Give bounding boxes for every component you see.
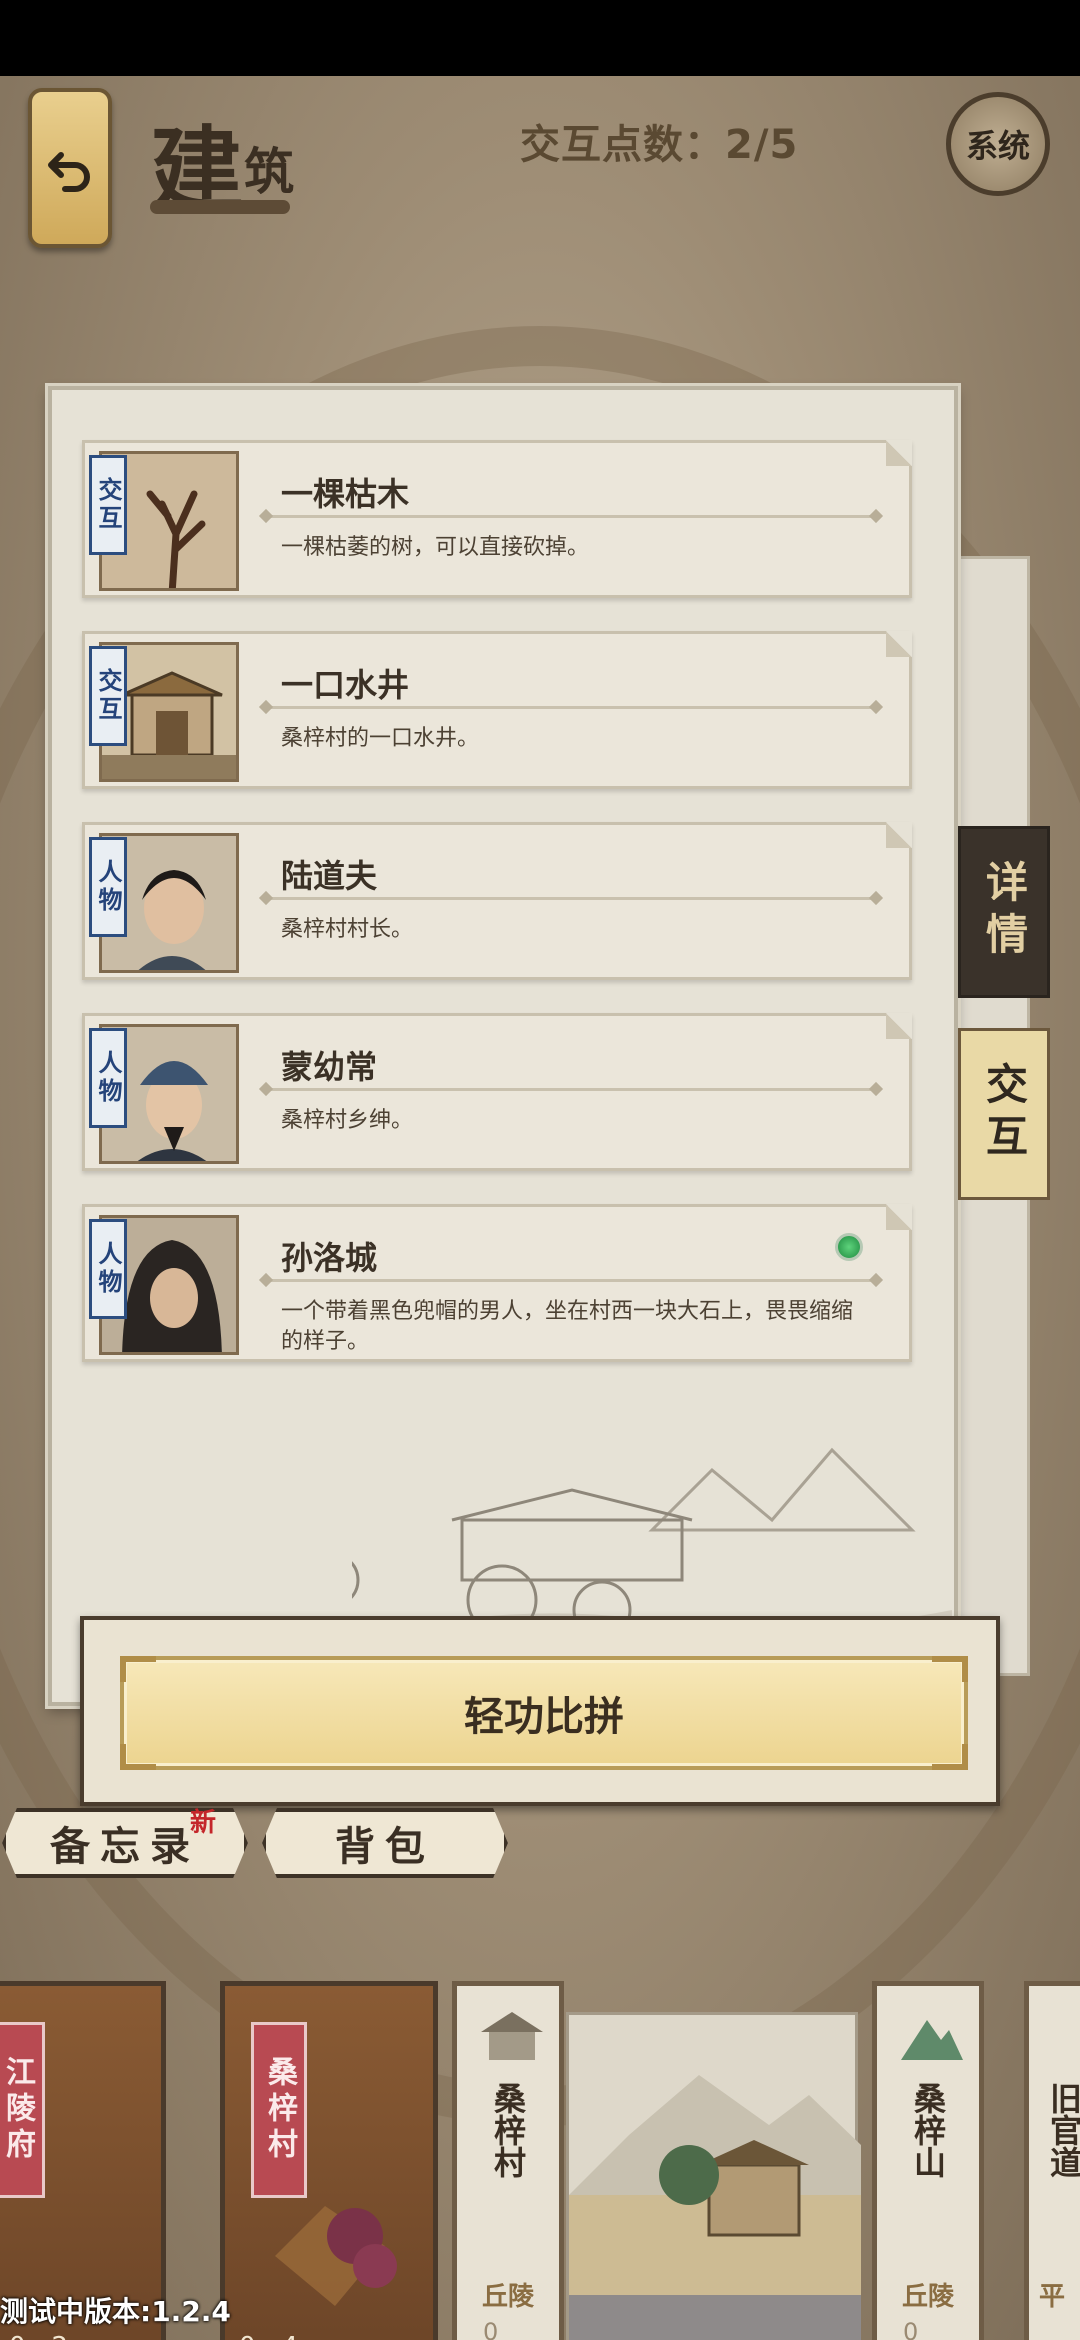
item-tag: 交互 [89, 455, 127, 555]
item-description: 桑梓村乡绅。 [281, 1108, 414, 1133]
location-banner: 江陵府 [0, 2022, 45, 2198]
location-stats: 0 3 [483, 2316, 498, 2340]
divider [265, 515, 877, 518]
item-description: 桑梓村村长。 [281, 917, 414, 942]
mulberry-icon [275, 2206, 397, 2306]
action-label: 轻功比拼 [464, 1694, 624, 1740]
list-item[interactable]: 交互 一口水井 桑梓村的一口水井。 [82, 631, 912, 789]
list-item[interactable]: 人物 陆道夫 桑梓村村长。 [82, 822, 912, 980]
corner-decoration [932, 1656, 968, 1682]
item-tag: 人物 [89, 1028, 127, 1128]
divider [265, 1279, 877, 1282]
item-name: 陆道夫 [281, 857, 378, 895]
house-icon [481, 2012, 543, 2060]
back-button[interactable] [28, 88, 112, 248]
game-screen: 建 筑 交互点数：2/5 系统 交互 一棵枯木 一棵枯萎的树，可以直接砍掉。 交… [0, 76, 1080, 2340]
item-description: 一棵枯萎的树，可以直接砍掉。 [281, 535, 590, 560]
item-tag: 人物 [89, 1219, 127, 1319]
card-stats: 0 2 [9, 2332, 68, 2340]
version-label: 测试中版本:1.2.4 [0, 2295, 231, 2328]
building-panel: 交互 一棵枯木 一棵枯萎的树，可以直接砍掉。 交互 一口水井 桑梓村的一口水井。… [48, 386, 958, 1706]
title-underline [150, 200, 290, 214]
page-title-sub: 筑 [244, 142, 295, 201]
bag-button[interactable]: 背包 [262, 1808, 508, 1878]
corner-decoration [932, 1744, 968, 1770]
page-title: 建 筑 [150, 96, 294, 216]
entity-list: 交互 一棵枯木 一棵枯萎的树，可以直接砍掉。 交互 一口水井 桑梓村的一口水井。… [82, 440, 912, 1395]
card-stats: 0 4 [239, 2332, 298, 2340]
new-badge: 新 [190, 1808, 217, 1838]
location-card-mountain[interactable]: 桑梓山 丘陵 0 0 [872, 1981, 984, 2340]
qinggong-contest-button[interactable]: 轻功比拼 [120, 1656, 968, 1770]
item-name: 一棵枯木 [281, 475, 410, 513]
location-card[interactable]: 桑梓村 0 4 [220, 1981, 438, 2340]
mountain-icon [901, 2020, 963, 2060]
terrain-label: 丘陵 [901, 2282, 954, 2312]
back-arrow-icon [48, 152, 90, 192]
action-frame: 轻功比拼 [80, 1616, 1000, 1806]
location-title: 旧官道 [1045, 2082, 1080, 2178]
divider [265, 897, 877, 900]
flag-count: 0 [903, 2318, 919, 2340]
system-button[interactable]: 系统 [946, 92, 1050, 196]
list-item[interactable]: 人物 孙洛城 一个带着黑色兜帽的男人，坐在村西一块大石上，畏畏缩缩的样子。 [82, 1204, 912, 1362]
interaction-points: 交互点数：2/5 [520, 122, 799, 168]
location-card[interactable]: 江陵府 0 2 [0, 1981, 166, 2340]
tab-detail[interactable]: 详情 [958, 826, 1050, 998]
item-tag: 交互 [89, 646, 127, 746]
location-title: 桑梓山 [909, 2082, 947, 2178]
flag-count: 0 [483, 2318, 499, 2340]
list-item[interactable]: 交互 一棵枯木 一棵枯萎的树，可以直接砍掉。 [82, 440, 912, 598]
tab-interact[interactable]: 交互 [958, 1028, 1050, 1200]
location-stats: 0 0 [903, 2316, 918, 2340]
item-name: 蒙幼常 [281, 1048, 378, 1086]
item-name: 一口水井 [281, 666, 410, 704]
divider [265, 1088, 877, 1091]
list-item[interactable]: 人物 蒙幼常 桑梓村乡绅。 [82, 1013, 912, 1171]
terrain-label: 丘陵 [481, 2282, 534, 2312]
item-description: 桑梓村的一口水井。 [281, 726, 480, 751]
corner-decoration [120, 1744, 156, 1770]
people-count: 2 [52, 2332, 69, 2340]
people-count: 4 [282, 2332, 299, 2340]
location-card-road[interactable]: 旧官道 平 [1024, 1981, 1080, 2340]
scroll-count: 0 [239, 2332, 256, 2340]
location-title: 桑梓村 [489, 2082, 527, 2178]
corner-decoration [120, 1656, 156, 1682]
village-scene-image [566, 2012, 861, 2340]
item-description: 一个带着黑色兜帽的男人，坐在村西一块大石上，畏畏缩缩的样子。 [281, 1299, 854, 1354]
item-name: 孙洛城 [281, 1239, 378, 1277]
divider [265, 706, 877, 709]
scroll-count: 0 [9, 2332, 26, 2340]
active-marker-icon [835, 1233, 863, 1261]
terrain-label: 平 [1039, 2282, 1066, 2312]
location-card-village[interactable]: 桑梓村 丘陵 0 3 [452, 1981, 564, 2340]
item-tag: 人物 [89, 837, 127, 937]
